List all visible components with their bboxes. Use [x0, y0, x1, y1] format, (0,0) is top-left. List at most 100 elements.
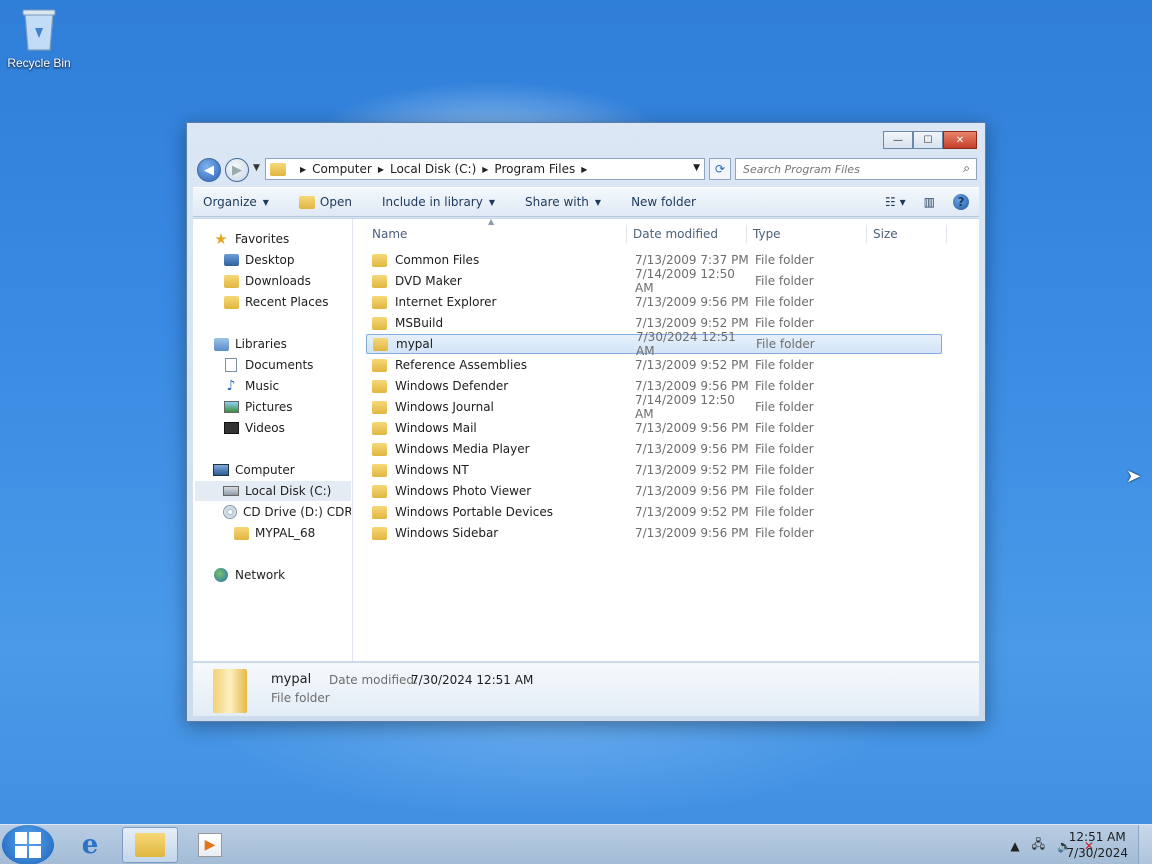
file-row[interactable]: Windows Journal 7/14/2009 12:50 AM File fo…: [366, 393, 942, 421]
column-header-name[interactable]: Name: [372, 223, 407, 245]
file-type: File folder: [755, 421, 814, 435]
nav-network-label: Network: [235, 568, 286, 582]
music-note-icon: ♪: [226, 378, 236, 394]
nav-downloads[interactable]: Downloads: [223, 271, 311, 291]
file-row[interactable]: Windows Media Player 7/13/2009 9:56 PM Fil…: [366, 439, 942, 459]
nav-local-disk[interactable]: Local Disk (C:): [195, 481, 351, 501]
taskbar-windows-explorer[interactable]: [122, 827, 178, 863]
breadcrumb-local-disk[interactable]: Local Disk (C:): [390, 162, 476, 176]
new-folder-button[interactable]: New folder: [631, 195, 696, 209]
column-header-type[interactable]: Type: [753, 223, 781, 245]
file-row[interactable]: Windows Mail 7/13/2009 9:56 PM File folder: [366, 418, 942, 438]
share-with-button[interactable]: Share with ▼: [525, 195, 601, 209]
content-area: ★ Favorites Desktop Downloads Recent Pla…: [193, 217, 979, 661]
breadcrumb-program-files[interactable]: Program Files: [494, 162, 575, 176]
search-box[interactable]: ⌕: [735, 158, 977, 180]
file-row[interactable]: Windows NT 7/13/2009 9:52 PM File folder: [366, 460, 942, 480]
file-row[interactable]: Windows Photo Viewer 7/13/2009 9:56 PM Fil…: [366, 481, 942, 501]
chevron-right-icon[interactable]: ▶: [300, 165, 306, 174]
nav-mypal-68[interactable]: MYPAL_68: [233, 523, 315, 543]
file-type: File folder: [755, 274, 814, 288]
nav-desktop[interactable]: Desktop: [223, 250, 295, 270]
file-type: File folder: [755, 358, 814, 372]
nav-computer[interactable]: Computer: [213, 460, 295, 480]
chevron-right-icon[interactable]: ▶: [378, 165, 384, 174]
column-divider[interactable]: [626, 225, 627, 243]
forward-button[interactable]: ▶: [225, 158, 249, 182]
file-name: Windows Portable Devices: [395, 505, 553, 519]
column-divider[interactable]: [866, 225, 867, 243]
file-row[interactable]: Windows Sidebar 7/13/2009 9:56 PM File fol…: [366, 523, 942, 543]
folder-icon: [372, 295, 387, 309]
nav-local-disk-label: Local Disk (C:): [245, 484, 332, 498]
internet-explorer-icon: e: [81, 830, 99, 860]
include-in-library-button[interactable]: Include in library ▼: [382, 195, 495, 209]
file-row[interactable]: DVD Maker 7/14/2009 12:50 AM File folder: [366, 267, 942, 295]
column-divider[interactable]: [746, 225, 747, 243]
refresh-button[interactable]: ⟳: [709, 158, 731, 180]
minimize-button[interactable]: —: [883, 131, 913, 149]
file-type: File folder: [755, 442, 814, 456]
nav-network[interactable]: Network: [213, 565, 285, 585]
nav-computer-label: Computer: [235, 463, 295, 477]
file-name: mypal: [396, 337, 434, 351]
taskbar-media-player[interactable]: ▶: [182, 827, 238, 863]
file-list: ▲ Name Date modified Type Size Common Fi…: [354, 217, 979, 661]
clock[interactable]: 12:51 AM 7/30/2024: [1066, 829, 1128, 861]
network-status-icon[interactable]: 🖧: [1032, 835, 1045, 856]
details-modified-value: 7/30/2024 12:51 AM: [411, 673, 534, 687]
address-history-dropdown[interactable]: ▼: [693, 163, 700, 173]
breadcrumb: ▶ Computer ▶ Local Disk (C:) ▶ Program F…: [294, 162, 593, 176]
file-name: Windows Defender: [395, 379, 509, 393]
address-bar[interactable]: ▶ Computer ▶ Local Disk (C:) ▶ Program F…: [265, 158, 705, 180]
change-view-icon[interactable]: ☷ ▾: [885, 195, 906, 209]
file-date-modified: 7/13/2009 7:37 PM: [635, 253, 749, 267]
caret-down-icon: ▼: [594, 197, 602, 207]
folder-icon: [270, 162, 286, 176]
show-hidden-icons-icon[interactable]: ▲: [1010, 839, 1019, 853]
column-divider[interactable]: [946, 225, 947, 243]
chevron-right-icon[interactable]: ▶: [482, 165, 488, 174]
chevron-right-icon[interactable]: ▶: [581, 165, 587, 174]
nav-recent-places[interactable]: Recent Places: [223, 292, 328, 312]
organize-button[interactable]: Organize ▼: [203, 195, 269, 209]
folder-icon: [372, 253, 387, 267]
open-button[interactable]: Open: [298, 195, 352, 209]
folder-icon: [372, 526, 387, 540]
file-row[interactable]: mypal 7/30/2024 12:51 AM File folder: [366, 330, 942, 358]
documents-icon: [225, 358, 237, 372]
recycle-bin-desktop-icon[interactable]: Recycle Bin: [4, 6, 74, 70]
file-name: Windows Mail: [395, 421, 477, 435]
nav-videos[interactable]: Videos: [223, 418, 285, 438]
nav-libraries[interactable]: Libraries: [213, 334, 287, 354]
nav-pictures[interactable]: Pictures: [223, 397, 293, 417]
folder-icon: [372, 442, 387, 456]
maximize-button[interactable]: ☐: [913, 131, 943, 149]
recent-pages-dropdown[interactable]: ▼: [253, 163, 260, 173]
nav-favorites[interactable]: ★ Favorites: [213, 229, 289, 249]
file-row[interactable]: Internet Explorer 7/13/2009 9:56 PM File f…: [366, 292, 942, 312]
column-header-size[interactable]: Size: [873, 223, 898, 245]
nav-music[interactable]: ♪ Music: [223, 376, 280, 396]
taskbar-internet-explorer[interactable]: e: [62, 827, 118, 863]
back-button[interactable]: ◀: [197, 158, 221, 182]
breadcrumb-computer[interactable]: Computer: [312, 162, 372, 176]
file-row[interactable]: Windows Portable Devices 7/13/2009 9:52 P…: [366, 502, 942, 522]
close-button[interactable]: ✕: [943, 131, 977, 149]
preview-pane-icon[interactable]: ▥: [924, 195, 935, 209]
column-header-date-modified[interactable]: Date modified: [633, 223, 718, 245]
nav-documents[interactable]: Documents: [223, 355, 313, 375]
help-icon[interactable]: ?: [953, 194, 969, 210]
file-type: File folder: [755, 400, 814, 414]
details-name: mypal: [271, 672, 312, 687]
search-icon[interactable]: ⌕: [963, 161, 970, 176]
file-name: Windows Sidebar: [395, 526, 499, 540]
file-name: Reference Assemblies: [395, 358, 527, 372]
show-desktop-button[interactable]: [1138, 825, 1152, 864]
search-input[interactable]: [743, 162, 943, 176]
new-folder-label: New folder: [631, 195, 696, 209]
file-date-modified: 7/13/2009 9:56 PM: [635, 526, 749, 540]
nav-cd-drive[interactable]: CD Drive (D:) CDROI: [223, 502, 351, 522]
start-button[interactable]: [2, 825, 54, 864]
file-row[interactable]: Reference Assemblies 7/13/2009 9:52 PM Fil…: [366, 355, 942, 375]
